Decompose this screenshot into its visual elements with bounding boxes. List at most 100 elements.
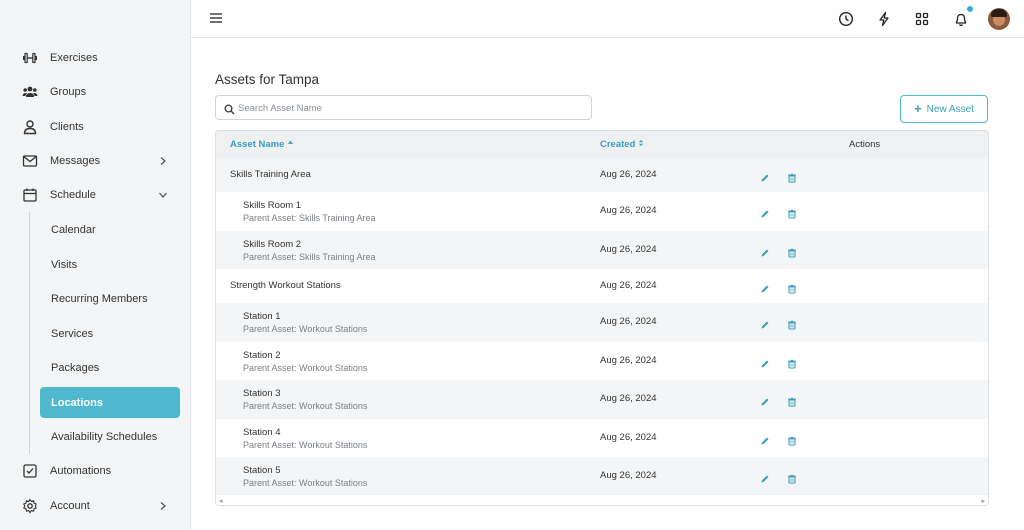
- sidebar-item-label: Account: [50, 500, 90, 512]
- created-date: Aug 26, 2024: [600, 205, 657, 217]
- search-input[interactable]: [238, 100, 578, 116]
- table-row[interactable]: Station 1 Parent Asset: Workout Stations A…: [216, 303, 988, 342]
- notification-dot: [967, 6, 973, 12]
- table-row[interactable]: Station 2 Parent Asset: Workout Stations A…: [216, 341, 988, 380]
- chevron-right-icon: [158, 501, 168, 511]
- delete-icon[interactable]: [787, 170, 797, 183]
- sidebar-item-label: Packages: [51, 361, 100, 374]
- sort-both-icon: [638, 140, 644, 146]
- created-date: Aug 26, 2024: [600, 243, 657, 255]
- apps-grid-icon[interactable]: [913, 10, 931, 28]
- table-header: Asset Name Created Actions: [216, 131, 988, 158]
- delete-icon[interactable]: [787, 206, 797, 219]
- sidebar: Exercises Groups Clients Messages Schedu…: [0, 0, 191, 530]
- sidebar-item-groups[interactable]: Groups: [0, 77, 191, 107]
- envelope-icon: [22, 153, 38, 169]
- sidebar-item-clients[interactable]: Clients: [0, 112, 191, 142]
- submenu-divider: [29, 212, 30, 454]
- assets-table: Asset Name Created Actions Skills Traini…: [215, 130, 989, 506]
- sidebar-item-services[interactable]: Services: [40, 318, 180, 349]
- sidebar-item-locations[interactable]: Locations: [40, 387, 180, 418]
- sidebar-item-exercises[interactable]: Exercises: [0, 43, 191, 73]
- scroll-right-icon[interactable]: ▸: [981, 497, 985, 505]
- table-row[interactable]: Station 4 Parent Asset: Workout Stations A…: [216, 418, 988, 457]
- column-header-asset-name[interactable]: Asset Name: [230, 139, 294, 150]
- parent-asset-label: Parent Asset: Workout Stations: [243, 401, 368, 411]
- table-row[interactable]: Skills Room 2 Parent Asset: Skills Traini…: [216, 230, 988, 269]
- bell-icon[interactable]: [952, 6, 973, 28]
- chevron-right-icon: [158, 156, 168, 166]
- asset-name: Station 1: [243, 311, 281, 322]
- sidebar-item-schedule[interactable]: Schedule: [0, 180, 191, 210]
- sidebar-item-label: Visits: [51, 258, 78, 271]
- lightning-icon[interactable]: [875, 10, 893, 28]
- delete-icon[interactable]: [787, 245, 797, 258]
- sidebar-item-label: Clients: [50, 121, 84, 133]
- edit-icon[interactable]: [760, 394, 770, 406]
- horizontal-scrollbar[interactable]: ◂ ▸: [216, 494, 988, 505]
- sidebar-item-recurring-members[interactable]: Recurring Members: [40, 283, 180, 314]
- asset-name: Skills Room 1: [243, 200, 302, 211]
- edit-icon[interactable]: [760, 356, 770, 368]
- column-header-actions: Actions: [849, 139, 881, 150]
- plus-icon: +: [914, 101, 922, 116]
- delete-icon[interactable]: [787, 471, 797, 484]
- menu-icon[interactable]: [209, 11, 223, 25]
- delete-icon[interactable]: [787, 281, 797, 294]
- created-date: Aug 26, 2024: [600, 470, 657, 482]
- sidebar-item-label: Exercises: [50, 52, 98, 64]
- sidebar-item-packages[interactable]: Packages: [40, 352, 180, 383]
- delete-icon[interactable]: [787, 356, 797, 369]
- avatar[interactable]: [988, 8, 1010, 30]
- asset-name: Skills Room 2: [243, 238, 302, 250]
- delete-icon[interactable]: [787, 317, 797, 330]
- sidebar-item-messages[interactable]: Messages: [0, 146, 191, 176]
- edit-icon[interactable]: [760, 206, 770, 218]
- sidebar-item-label: Messages: [50, 155, 101, 167]
- chevron-down-icon: [158, 190, 168, 200]
- main-content: Assets for Tampa + New Asset Asset Name …: [191, 38, 1024, 530]
- edit-icon[interactable]: [760, 317, 770, 329]
- table-row[interactable]: Station 3 Parent Asset: Workout Stations A…: [216, 380, 988, 419]
- topbar: [191, 0, 1024, 38]
- scroll-left-icon[interactable]: ◂: [219, 497, 223, 505]
- created-date: Aug 26, 2024: [600, 280, 657, 291]
- search-box: [215, 95, 592, 120]
- sidebar-item-label: Groups: [50, 86, 87, 98]
- asset-name: Station 5: [243, 465, 281, 476]
- sidebar-item-label: Locations: [51, 396, 103, 409]
- sidebar-item-availability-schedules[interactable]: Availability Schedules: [40, 421, 180, 452]
- created-date: Aug 26, 2024: [600, 393, 657, 405]
- sort-asc-icon: [287, 140, 294, 144]
- created-date: Aug 26, 2024: [600, 316, 657, 328]
- new-asset-button[interactable]: + New Asset: [900, 95, 988, 123]
- gear-icon: [22, 498, 38, 514]
- edit-icon[interactable]: [760, 245, 770, 257]
- edit-icon[interactable]: [760, 433, 770, 445]
- created-date: Aug 26, 2024: [600, 431, 657, 443]
- clock-icon[interactable]: [837, 10, 855, 28]
- sidebar-item-visits[interactable]: Visits: [40, 249, 180, 280]
- delete-icon[interactable]: [787, 394, 797, 407]
- parent-asset-label: Parent Asset: Workout Stations: [243, 362, 368, 373]
- edit-icon[interactable]: [760, 170, 770, 182]
- group-icon: [22, 84, 38, 100]
- sidebar-item-calendar[interactable]: Calendar: [40, 214, 180, 245]
- delete-icon[interactable]: [787, 433, 797, 446]
- created-date: Aug 26, 2024: [600, 169, 657, 180]
- table-row[interactable]: Station 5 Parent Asset: Workout Stations A…: [216, 457, 988, 496]
- search-icon: [224, 102, 235, 115]
- column-header-created[interactable]: Created: [600, 139, 644, 150]
- table-row[interactable]: Strength Workout Stations Aug 26, 2024: [216, 269, 988, 303]
- edit-icon[interactable]: [760, 281, 770, 293]
- table-row[interactable]: Skills Training Area Aug 26, 2024: [216, 158, 988, 192]
- edit-icon[interactable]: [760, 471, 770, 483]
- parent-asset-label: Parent Asset: Skills Training Area: [243, 213, 376, 223]
- parent-asset-label: Parent Asset: Workout Stations: [243, 478, 368, 488]
- table-row[interactable]: Skills Room 1 Parent Asset: Skills Traini…: [216, 192, 988, 231]
- sidebar-item-account[interactable]: Account: [0, 491, 191, 521]
- page-title: Assets for Tampa: [215, 72, 320, 87]
- sidebar-item-label: Recurring Members: [51, 292, 148, 305]
- created-date: Aug 26, 2024: [600, 354, 657, 366]
- sidebar-item-automations[interactable]: Automations: [0, 456, 191, 486]
